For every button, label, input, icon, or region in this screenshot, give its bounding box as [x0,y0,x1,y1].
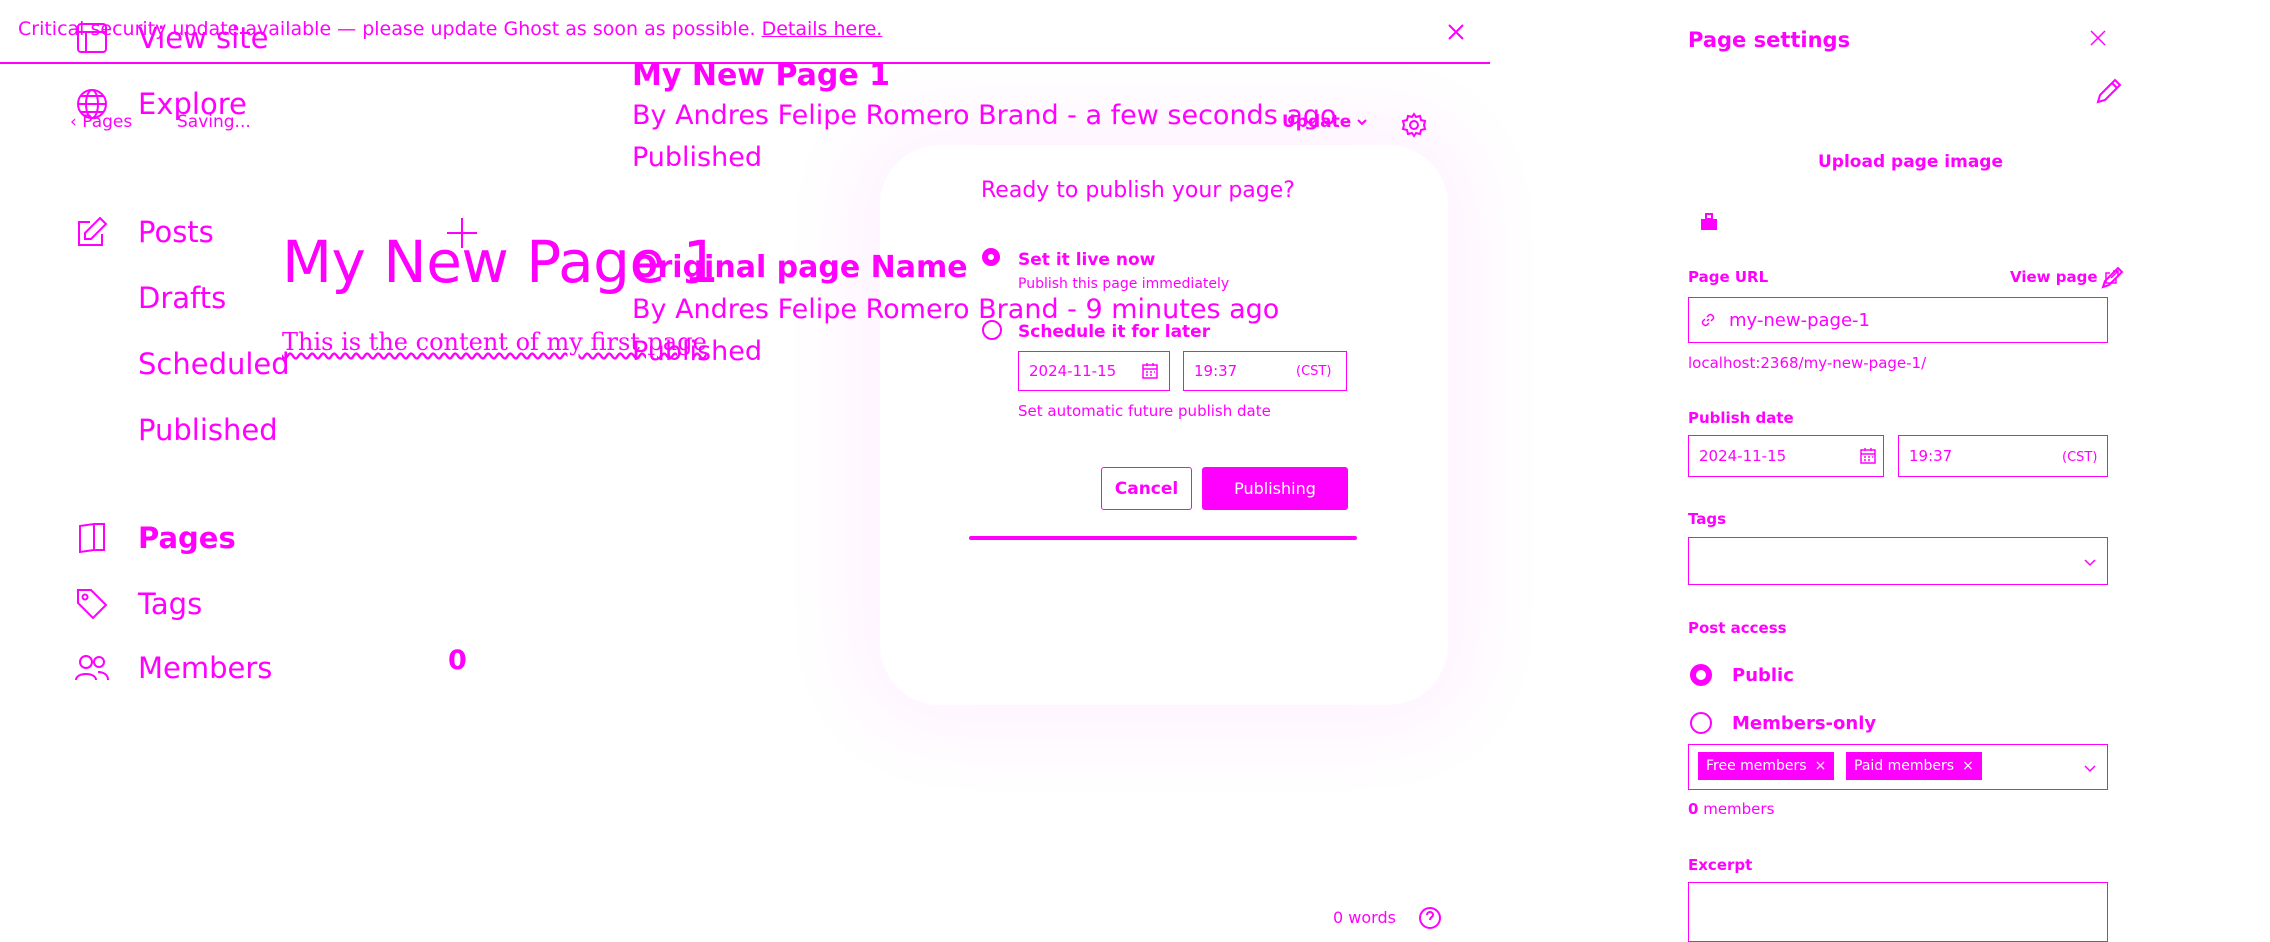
segment-chip[interactable]: Free members × [1698,752,1835,780]
time-value: 19:37 [1194,362,1238,380]
member-count-value: 0 [1688,800,1699,818]
radio-public[interactable] [1690,664,1712,686]
calendar-icon[interactable] [1140,361,1160,381]
sidebar-item-published[interactable]: Published [138,404,398,456]
word-count: 0 words [1333,908,1396,927]
chevron-down-icon[interactable] [2080,552,2100,572]
help-icon[interactable] [1418,906,1442,930]
segment-chip[interactable]: Paid members × [1846,752,1982,780]
date-value: 2024-11-15 [1029,362,1117,380]
sidebar-item-label: Tags [138,587,203,621]
publish-date-label: Publish date [1688,409,1794,427]
access-public-label[interactable]: Public [1732,665,1794,686]
breadcrumb[interactable]: ‹ Pages [70,112,132,132]
tags-select[interactable] [1688,537,2108,585]
view-page-label: View page [2010,268,2098,286]
settings-title: Page settings [1688,28,1851,52]
modal-divider [969,536,1357,540]
close-icon[interactable]: × [1962,758,1974,774]
list-item-status: Published [632,142,762,173]
url-value: my-new-page-1 [1729,309,1870,331]
chevron-left-icon: ‹ [70,112,77,132]
edit-icon [72,212,112,252]
members-icon [72,648,112,688]
sidebar-item-label: Drafts [138,281,227,315]
sidebar-item-explore[interactable]: Explore [72,78,492,130]
sidebar-item-label: Published [138,413,278,447]
radio-schedule-later[interactable] [982,320,1002,340]
date-value: 2024-11-15 [1699,447,1787,465]
schedule-hint: Set automatic future publish date [1018,402,1271,420]
list-item-meta: By Andres Felipe Romero Brand - a few se… [632,100,1337,131]
radio-members-only[interactable] [1690,712,1712,734]
option-now-label[interactable]: Set it live now [1018,250,1155,270]
sidebar-item-label: Scheduled [138,347,290,381]
post-access-label: Post access [1688,619,1787,637]
chip-label: Paid members [1854,758,1955,774]
modal-title: Ready to publish your page? [981,178,1295,203]
link-icon [1699,311,1717,329]
chip-label: Free members [1706,758,1807,774]
access-members-label[interactable]: Members-only [1732,713,1876,734]
page-icon [72,518,112,558]
excerpt-textarea[interactable] [1688,882,2108,942]
list-item-status: Published [632,336,762,367]
publish-button[interactable]: Publishing [1202,467,1348,510]
time-value: 19:37 [1909,447,1953,465]
publish-modal [880,145,1448,705]
tags-label: Tags [1688,510,1727,528]
pencil-icon[interactable] [2098,262,2128,292]
page-url-input[interactable]: my-new-page-1 [1688,297,2108,343]
layout-icon [72,18,112,58]
sidebar-item-members[interactable]: Members [72,642,492,694]
sidebar-item-label: Posts [138,215,214,249]
option-now-hint: Publish this page immediately [1018,276,1230,292]
tag-icon [72,584,112,624]
image-icon [1700,212,1718,230]
sidebar-item-pages[interactable]: Pages [72,512,492,564]
page-url-label: Page URL [1688,268,1769,286]
member-count: 0 members [1688,800,1774,818]
list-item-title[interactable]: My New Page 1 [632,58,890,93]
member-count-suffix: members [1698,800,1775,818]
timezone-label: (CST) [1296,364,1332,379]
excerpt-label: Excerpt [1688,856,1753,874]
cancel-button[interactable]: Cancel [1101,467,1192,510]
option-later-label[interactable]: Schedule it for later [1018,322,1210,342]
pencil-icon[interactable] [2092,74,2126,108]
chevron-down-icon[interactable] [2080,758,2100,778]
chevron-down-icon [1355,115,1369,129]
sidebar-item-label: Pages [138,521,236,555]
sidebar-item-view-site[interactable]: View site [72,12,492,64]
upload-image-button[interactable]: Upload page image [1818,152,2003,172]
sidebar-item-label: View site [138,21,269,55]
publish-date-input[interactable]: 2024-11-15 [1688,435,1884,477]
banner-details-link[interactable]: Details here. [762,18,883,40]
update-label: Update [1282,112,1352,132]
timezone-label: (CST) [2062,450,2098,465]
full-url: localhost:2368/my-new-page-1/ [1688,354,1927,372]
save-status: Saving... [177,112,251,132]
gear-icon[interactable] [1399,110,1429,140]
members-count: 0 [448,645,467,676]
close-icon[interactable] [2086,26,2110,50]
update-dropdown-button[interactable]: Update [1282,112,1369,132]
sidebar-item-label: Members [138,651,273,685]
banner-close-icon[interactable] [1438,14,1474,50]
close-icon[interactable]: × [1815,758,1827,774]
calendar-icon[interactable] [1858,446,1878,466]
sidebar-item-tags[interactable]: Tags [72,578,492,630]
breadcrumb-pages: Pages [82,112,133,132]
radio-publish-now[interactable] [982,248,1000,266]
